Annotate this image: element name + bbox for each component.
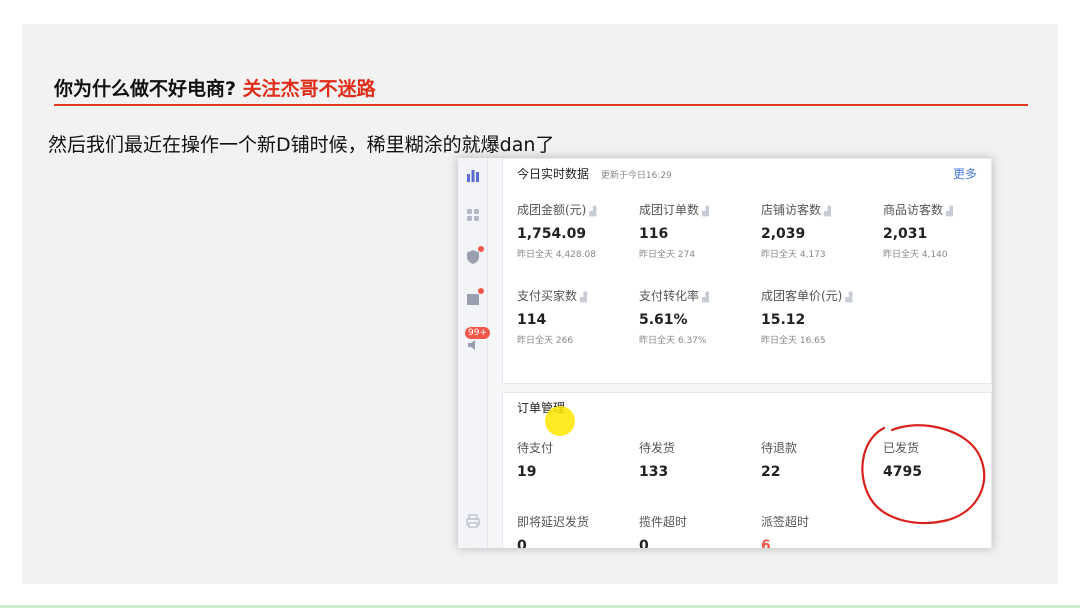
order-delay-soon[interactable]: 即将延迟发货 0	[517, 513, 629, 548]
order-value: 0	[639, 538, 649, 548]
stat-conversion[interactable]: 支付转化率 ▟ 5.61% 昨日全天 6.37%	[639, 287, 751, 346]
stat-yesterday: 昨日全天 4,140	[883, 250, 948, 260]
stat-value: 116	[639, 226, 669, 242]
cursor-highlight	[545, 406, 575, 436]
order-label: 派签超时	[761, 515, 810, 529]
slide-title-accent: 关注杰哥不迷路	[242, 78, 376, 100]
order-label: 即将延迟发货	[517, 515, 590, 529]
stat-label: 成团客单价(元)	[761, 289, 843, 303]
slide-body-text: 然后我们最近在操作一个新D铺时候，稀里糊涂的就爆dan了	[48, 134, 555, 156]
stat-label: 店铺访客数	[761, 203, 822, 217]
stat-label: 成团订单数	[639, 203, 700, 217]
order-delivery-timeout[interactable]: 派签超时 6	[761, 513, 873, 548]
notification-dot	[478, 288, 484, 294]
stat-value: 5.61%	[639, 312, 688, 328]
printer-icon[interactable]	[462, 510, 484, 532]
dashboard-screenshot: 99+ 今日实时数据 更新于今日16:29 更多 成团金额(元) ▟ 1,754.…	[458, 158, 992, 548]
stat-yesterday: 昨日全天 4,173	[761, 250, 826, 260]
trend-icon[interactable]: ▟	[845, 293, 852, 303]
stat-label: 商品访客数	[883, 203, 944, 217]
order-pending-payment[interactable]: 待支付 19	[517, 439, 629, 480]
order-pickup-timeout[interactable]: 揽件超时 0	[639, 513, 751, 548]
stat-label: 成团金额(元)	[517, 203, 587, 217]
stat-value: 114	[517, 312, 547, 328]
stat-yesterday: 昨日全天 4,428.08	[517, 250, 596, 260]
stat-value: 2,031	[883, 226, 928, 242]
realtime-data-card: 今日实时数据 更新于今日16:29 更多 成团金额(元) ▟ 1,754.09 昨…	[502, 158, 992, 384]
bar-chart-icon[interactable]	[462, 164, 484, 186]
order-value: 6	[761, 538, 771, 548]
update-time: 更新于今日16:29	[600, 171, 672, 181]
stat-yesterday: 昨日全天 274	[639, 250, 696, 260]
stat-gmv[interactable]: 成团金额(元) ▟ 1,754.09 昨日全天 4,428.08	[517, 201, 629, 260]
stat-product-visitors[interactable]: 商品访客数 ▟ 2,031 昨日全天 4,140	[883, 201, 992, 260]
more-link[interactable]: 更多	[953, 165, 977, 182]
trend-icon[interactable]: ▟	[824, 207, 831, 217]
trend-icon[interactable]: ▟	[702, 207, 709, 217]
stat-label: 支付买家数	[517, 289, 578, 303]
trend-icon[interactable]: ▟	[580, 293, 587, 303]
stat-yesterday: 昨日全天 266	[517, 336, 574, 346]
stat-paying-buyers[interactable]: 支付买家数 ▟ 114 昨日全天 266	[517, 287, 629, 346]
stat-value: 2,039	[761, 226, 806, 242]
slide-title-main: 你为什么做不好电商?	[54, 78, 237, 100]
order-value: 0	[517, 538, 527, 548]
notification-dot	[478, 246, 484, 252]
red-circle-annotation	[861, 424, 986, 524]
slide: 你为什么做不好电商? 关注杰哥不迷路 然后我们最近在操作一个新D铺时候，稀里糊涂…	[22, 24, 1058, 584]
realtime-header: 今日实时数据 更新于今日16:29	[517, 165, 672, 182]
message-badge: 99+	[465, 327, 490, 339]
trend-icon[interactable]: ▟	[946, 207, 953, 217]
order-pending-refund[interactable]: 待退款 22	[761, 439, 873, 480]
side-rail: 99+	[458, 158, 490, 548]
stat-value: 15.12	[761, 312, 806, 328]
title-divider	[54, 104, 1028, 106]
order-label: 待发货	[639, 441, 676, 455]
trend-icon[interactable]: ▟	[589, 207, 596, 217]
order-value: 133	[639, 464, 669, 480]
order-value: 22	[761, 464, 781, 480]
stat-yesterday: 昨日全天 16.65	[761, 336, 826, 346]
slide-title: 你为什么做不好电商? 关注杰哥不迷路	[54, 74, 376, 101]
realtime-title: 今日实时数据	[517, 167, 590, 181]
stat-label: 支付转化率	[639, 289, 700, 303]
stat-orders[interactable]: 成团订单数 ▟ 116 昨日全天 274	[639, 201, 751, 260]
apps-grid-icon[interactable]	[462, 204, 484, 226]
order-pending-shipment[interactable]: 待发货 133	[639, 439, 751, 480]
order-label: 待退款	[761, 441, 798, 455]
trend-icon[interactable]: ▟	[702, 293, 709, 303]
order-label: 揽件超时	[639, 515, 688, 529]
stat-store-visitors[interactable]: 店铺访客数 ▟ 2,039 昨日全天 4,173	[761, 201, 873, 260]
order-value: 19	[517, 464, 537, 480]
stat-value: 1,754.09	[517, 226, 587, 242]
stat-avg-order-value[interactable]: 成团客单价(元) ▟ 15.12 昨日全天 16.65	[761, 287, 873, 346]
order-label: 待支付	[517, 441, 554, 455]
stat-yesterday: 昨日全天 6.37%	[639, 336, 707, 346]
